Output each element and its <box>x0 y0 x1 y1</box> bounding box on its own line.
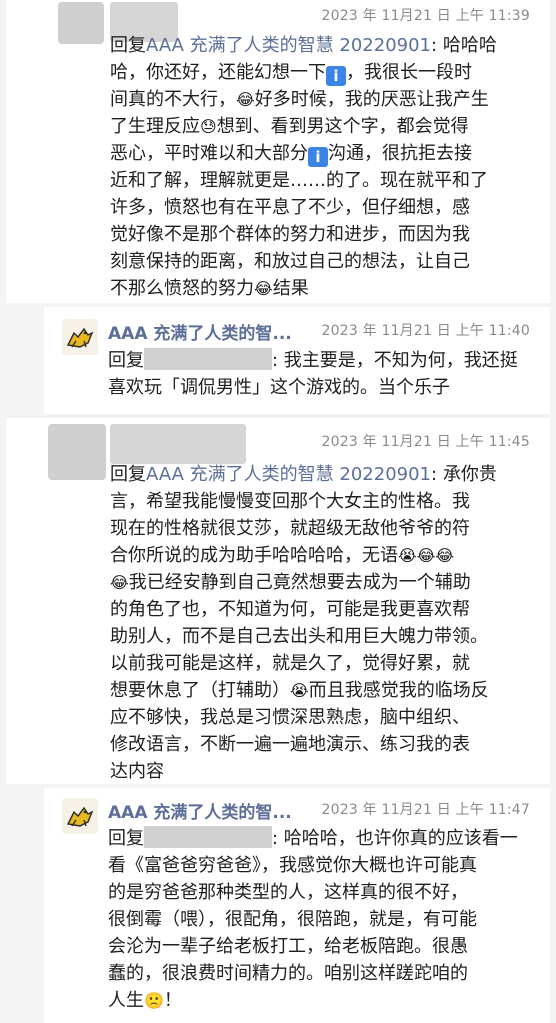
reply-prefix: 回复 <box>110 464 146 485</box>
avatar[interactable] <box>58 2 104 44</box>
comment-card-1: 2023 年 11月21 日 上午 11:39 回复AAA 充满了人类的智慧 2… <box>6 0 550 303</box>
mention-link[interactable]: AAA 充满了人类的智慧 20220901 <box>146 464 431 485</box>
author-name[interactable]: AAA 充满了人类的智... <box>108 319 292 344</box>
author-name-redacted[interactable] <box>110 424 246 464</box>
author-name[interactable]: AAA 充满了人类的智... <box>108 798 292 823</box>
timestamp: 2023 年 11月21 日 上午 11:45 <box>321 434 530 450</box>
redacted-username[interactable] <box>144 826 272 848</box>
timestamp: 2023 年 11月21 日 上午 11:39 <box>321 8 530 24</box>
cat-avatar-icon[interactable] <box>62 798 98 834</box>
comment-card-4: AAA 充满了人类的智... 2023 年 11月21 日 上午 11:47 回… <box>44 788 550 1023</box>
timestamp: 2023 年 11月21 日 上午 11:40 <box>321 323 530 339</box>
cat-avatar-icon[interactable] <box>62 319 98 355</box>
comment-card-2: AAA 充满了人类的智... 2023 年 11月21 日 上午 11:40 回… <box>44 307 550 414</box>
comment-body: 回复AAA 充满了人类的智慧 20220901: 哈哈哈 哈，你还好，还能幻想一… <box>110 35 497 299</box>
laugh-emoji-icon: 😂 <box>254 279 273 298</box>
redacted-username[interactable] <box>144 348 272 370</box>
cry-emoji-icon: 😭 <box>398 546 417 565</box>
timestamp: 2023 年 11月21 日 上午 11:47 <box>321 802 530 818</box>
sweat-emoji-icon: 😓 <box>200 117 217 136</box>
comment-body: 回复: 我主要是，不知为何，我还挺 喜欢玩「调侃男性」这个游戏的。当个乐子 <box>108 348 518 398</box>
comment-body: 回复AAA 充满了人类的智慧 20220901: 承你贵 言，希望我能慢慢变回那… <box>110 464 497 782</box>
reply-prefix: 回复 <box>108 350 144 371</box>
laugh-emoji-icon: 😂 <box>236 90 255 109</box>
laugh-emoji-icon: 😂 <box>416 546 436 565</box>
info-emoji-icon: i <box>308 147 328 167</box>
laugh-emoji-icon: 😂 <box>110 573 129 592</box>
avatar[interactable] <box>48 424 106 480</box>
info-emoji-icon: i <box>326 66 346 86</box>
laugh-emoji-icon: 😂 <box>435 546 455 565</box>
slight-frown-emoji-icon: 🙁 <box>144 991 164 1010</box>
mention-link[interactable]: AAA 充满了人类的智慧 20220901 <box>146 35 431 56</box>
comment-body: 回复: 哈哈哈，也许你真的应该看一 看《富爸爸穷爸爸》，我感觉你大概也许可能真 … <box>108 826 518 1011</box>
comment-card-3: 2023 年 11月21 日 上午 11:45 回复AAA 充满了人类的智慧 2… <box>6 418 550 784</box>
cry-emoji-icon: 😭 <box>290 681 309 700</box>
reply-prefix: 回复 <box>110 35 146 56</box>
reply-prefix: 回复 <box>108 828 144 849</box>
